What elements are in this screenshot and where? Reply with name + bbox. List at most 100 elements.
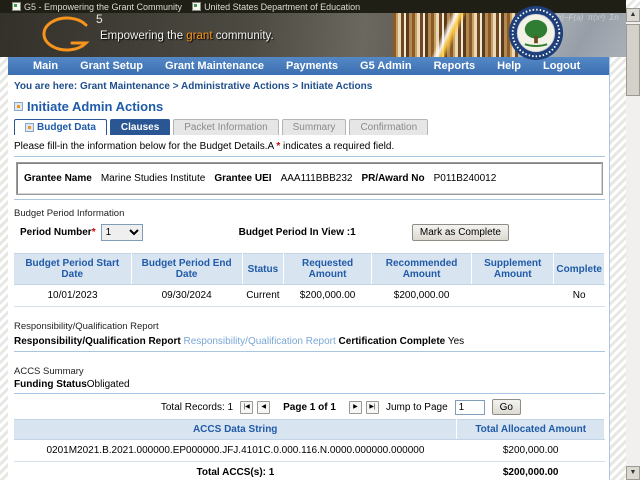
department-of-education-seal xyxy=(508,5,564,61)
instruction-text: Please fill-in the information below for… xyxy=(14,141,395,152)
breadcrumb-prefix: You are here: xyxy=(14,81,78,92)
scroll-up-icon[interactable]: ▲ xyxy=(626,8,640,22)
cell-total-allocated-amount: $200,000.00 xyxy=(456,439,605,462)
accs-pagination-top: Total Records: 1 |◀ ◀ Page 1 of 1 ▶ ▶| J… xyxy=(14,399,605,415)
budget-period-controls: Period Number * 1 Budget Period In View … xyxy=(14,224,605,241)
breadcrumb-grant-maintenance[interactable]: Grant Maintenance xyxy=(80,81,170,92)
ed-alt-text: United States Department of Education xyxy=(204,1,361,12)
cell-status: Current xyxy=(242,284,284,307)
mark-as-complete-button[interactable]: Mark as Complete xyxy=(411,224,509,241)
tab-confirmation[interactable]: Confirmation xyxy=(349,119,429,135)
ed-alt-label: United States Department of Education xyxy=(192,2,360,12)
jump-to-page-input[interactable] xyxy=(454,399,485,415)
cell-supplement-amount xyxy=(471,284,554,307)
nav-help[interactable]: Help xyxy=(486,60,532,72)
nav-grant-maintenance[interactable]: Grant Maintenance xyxy=(154,60,275,72)
period-number-label: Period Number xyxy=(20,227,92,238)
breadcrumb-administrative-actions[interactable]: Administrative Actions xyxy=(181,81,290,92)
breadcrumb: You are here: Grant Maintenance > Admini… xyxy=(14,81,373,92)
cell-accs-data-string: 0201M2021.B.2021.000000.EP000000.JFJ.410… xyxy=(14,439,457,462)
vertical-scrollbar[interactable]: ▲ ▼ xyxy=(626,8,640,480)
col-accs-data-string: ACCS Data String xyxy=(14,419,458,440)
nav-logout[interactable]: Logout xyxy=(532,60,591,72)
accs-table: ACCS Data String Total Allocated Amount … xyxy=(14,419,605,480)
breadcrumb-initiate-actions: Initiate Actions xyxy=(300,81,373,92)
nav-g5-admin[interactable]: G5 Admin xyxy=(349,60,423,72)
resp-qual-field-label: Responsibility/Qualification Report xyxy=(14,336,181,347)
cell-recommended-amount: $200,000.00 xyxy=(371,284,472,307)
tab-bar: Budget Data Clauses Packet Information S… xyxy=(14,118,605,135)
accs-total-value: $200,000.00 xyxy=(456,461,605,480)
nav-grant-setup[interactable]: Grant Setup xyxy=(69,60,154,72)
pr-award-label: PR/Award No xyxy=(361,173,425,184)
nav-reports[interactable]: Reports xyxy=(423,60,487,72)
certification-complete-value: Yes xyxy=(447,336,465,347)
grantee-info-box: Grantee Name Marine Studies Institute Gr… xyxy=(16,162,603,195)
next-page-button[interactable]: ▶ xyxy=(348,400,362,414)
scrollbar-thumb[interactable] xyxy=(626,24,640,96)
cell-end-date: 09/30/2024 xyxy=(131,284,243,307)
resp-qual-report-link[interactable]: Responsibility/Qualification Report xyxy=(183,336,335,347)
previous-page-button[interactable]: ◀ xyxy=(257,400,271,414)
col-end-date: Budget Period End Date xyxy=(131,253,243,285)
total-records-label: Total Records: 1 xyxy=(160,401,234,413)
cell-complete: No xyxy=(553,284,605,307)
last-page-button[interactable]: ▶| xyxy=(365,400,379,414)
g5-alt-text: G5 - Empowering the Grant Community xyxy=(24,1,183,12)
budget-table-row: 10/01/2023 09/30/2024 Current $200,000.0… xyxy=(14,284,605,307)
g5-logo-icon xyxy=(42,16,90,52)
nav-main[interactable]: Main xyxy=(22,60,69,72)
grantee-name-label: Grantee Name xyxy=(24,173,92,184)
divider xyxy=(14,156,605,157)
funding-status-label: Funding Status xyxy=(14,379,87,390)
resp-qual-section-label: Responsibility/Qualification Report xyxy=(14,321,159,332)
scroll-down-icon[interactable]: ▼ xyxy=(626,466,640,480)
funding-status-value: Obligated xyxy=(86,379,130,390)
cell-requested-amount: $200,000.00 xyxy=(283,284,372,307)
resp-qual-row: Responsibility/Qualification Report Resp… xyxy=(14,336,605,347)
accs-summary-section-label: ACCS Summary xyxy=(14,366,84,377)
go-button[interactable]: Go xyxy=(491,399,521,415)
page-indicator: Page 1 of 1 xyxy=(283,401,336,413)
tab-summary[interactable]: Summary xyxy=(281,119,347,135)
budget-period-in-view: Budget Period In View :1 xyxy=(238,227,356,238)
divider xyxy=(14,199,605,200)
broken-image-icon xyxy=(192,2,202,11)
first-page-button[interactable]: |◀ xyxy=(240,400,254,414)
pr-award-value: P011B240012 xyxy=(433,173,497,184)
tab-packet-information[interactable]: Packet Information xyxy=(173,119,279,135)
page-title: Initiate Admin Actions xyxy=(14,99,605,114)
grantee-uei-label: Grantee UEI xyxy=(214,173,272,184)
funding-status-row: Funding StatusObligated xyxy=(14,379,605,394)
grantee-uei-value: AAA111BBB232 xyxy=(280,173,353,184)
page-body: You are here: Grant Maintenance > Admini… xyxy=(8,81,609,480)
divider xyxy=(14,351,605,352)
tab-budget-data[interactable]: Budget Data xyxy=(14,119,107,135)
col-recommended-amount: Recommended Amount xyxy=(371,253,473,285)
col-complete: Complete xyxy=(553,253,605,285)
section-icon xyxy=(14,102,23,111)
nav-payments[interactable]: Payments xyxy=(275,60,349,72)
tab-icon xyxy=(25,123,34,132)
col-start-date: Budget Period Start Date xyxy=(14,253,132,285)
col-status: Status xyxy=(242,253,285,285)
cell-start-date: 10/01/2023 xyxy=(14,284,132,307)
content-frame: Main Grant Setup Grant Maintenance Payme… xyxy=(8,57,610,480)
budget-period-table: Budget Period Start Date Budget Period E… xyxy=(14,253,605,307)
col-total-allocated-amount: Total Allocated Amount xyxy=(456,419,605,440)
tab-clauses[interactable]: Clauses xyxy=(109,119,171,135)
certification-complete-label: Certification Complete xyxy=(338,336,446,347)
accs-total-row: Total ACCS(s): 1 $200,000.00 xyxy=(14,461,605,480)
budget-table-header-row: Budget Period Start Date Budget Period E… xyxy=(14,253,605,285)
grantee-name-value: Marine Studies Institute xyxy=(100,173,206,184)
accs-table-row: 0201M2021.B.2021.000000.EP000000.JFJ.410… xyxy=(14,439,605,462)
banner-tagline: Empowering the grant community. xyxy=(100,30,274,42)
accs-table-header-row: ACCS Data String Total Allocated Amount xyxy=(14,419,605,440)
period-number-select[interactable]: 1 xyxy=(100,224,143,241)
accs-total-label: Total ACCS(s): 1 xyxy=(14,461,457,480)
budget-period-section-label: Budget Period Information xyxy=(14,208,125,219)
bookshelf-image xyxy=(393,13,518,57)
g5-alt-label: G5 - Empowering the Grant Community xyxy=(12,2,182,12)
col-requested-amount: Requested Amount xyxy=(283,253,373,285)
col-supplement-amount: Supplement Amount xyxy=(471,253,555,285)
